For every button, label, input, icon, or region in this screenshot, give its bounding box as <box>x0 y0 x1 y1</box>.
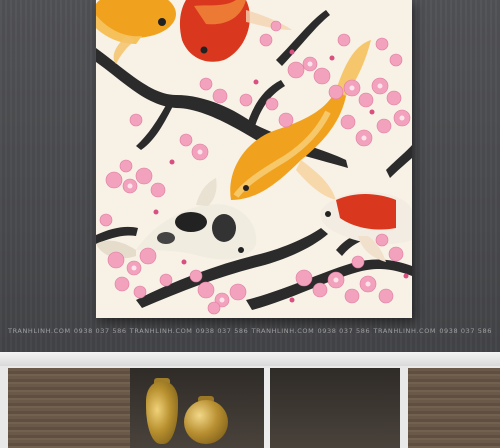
watermark-text: 0938 037 586 <box>195 327 249 335</box>
cabinet-top <box>0 352 500 366</box>
cabinet-wood-panel-right <box>408 368 500 448</box>
watermark-text: TRANHLINH.COM <box>8 327 71 335</box>
watermark-text: 0938 037 586 <box>317 327 371 335</box>
koi-orange-top <box>96 0 176 64</box>
koi-painting <box>96 0 412 318</box>
watermark-text: 0938 037 586 <box>439 327 492 335</box>
watermark-text: TRANHLINH.COM <box>251 327 315 335</box>
cabinet-wood-panel-left <box>8 368 130 448</box>
watermark-strip: TRANHLINH.COM 0938 037 586 TRANHLINH.COM… <box>0 327 500 339</box>
watermark-text: 0938 037 586 <box>73 327 127 335</box>
gold-vase-round <box>184 400 228 444</box>
watermark-text: TRANHLINH.COM <box>129 327 193 335</box>
painting-artwork <box>96 0 412 315</box>
watermark-text: TRANHLINH.COM <box>373 327 437 335</box>
cabinet-shelf-open-right <box>270 368 400 448</box>
